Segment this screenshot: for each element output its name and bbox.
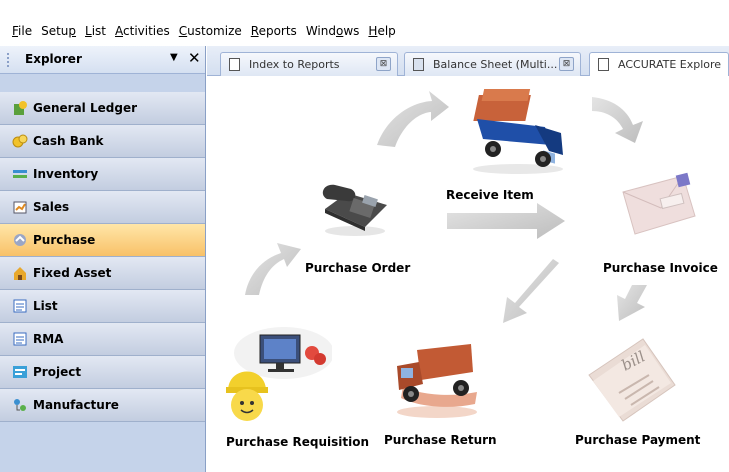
sidebar-item-inventory[interactable]: Inventory [0,158,205,191]
purchase-invoice-label[interactable]: Purchase Invoice [603,261,718,275]
sidebar-item-label: Sales [33,200,70,214]
explorer-header: Explorer ▼ ✕ [0,46,205,74]
menu-bar: File Setup List Activities Customize Reports W… [0,0,729,46]
grip-handle[interactable] [7,53,10,67]
tab-index-to-reports[interactable]: Index to Reports ⊠ [220,52,398,76]
sidebar-item-label: RMA [33,332,64,346]
cash-bank-icon [12,133,28,149]
explorer-title: Explorer [25,52,82,66]
report-icon [413,58,424,71]
tab-balance-sheet[interactable]: Balance Sheet (Multi... ⊠ [404,52,581,76]
explorer-nav-list: General Ledger Cash Bank Inventory Sales Pur… [0,92,205,422]
menu-item[interactable]: Help [364,24,400,42]
arrow-receive-right [447,203,565,239]
sidebar-item-general-ledger[interactable]: General Ledger [0,92,205,125]
sidebar-item-purchase[interactable]: Purchase [0,224,205,257]
sidebar-item-manufacture[interactable]: Manufacture [0,389,205,422]
sidebar-item-list[interactable]: List [0,290,205,323]
menu-item[interactable]: Activities [111,24,175,42]
sidebar-item-label: Project [33,365,82,379]
tab-bar: Index to Reports ⊠ Balance Sheet (Multi.… [207,46,729,76]
envelope-icon[interactable] [615,172,699,239]
project-icon [12,364,28,380]
requisition-icon[interactable] [222,325,334,428]
receive-item-label[interactable]: Receive Item [446,188,534,202]
sidebar-item-cash-bank[interactable]: Cash Bank [0,125,205,158]
arrow-po-to-receive [377,91,449,147]
sidebar-item-rma[interactable]: RMA [0,323,205,356]
arrow-invoice-to-return [503,259,559,323]
manufacture-icon [12,397,28,413]
sidebar-item-label: Fixed Asset [33,266,112,280]
sidebar-item-fixed-asset[interactable]: Fixed Asset [0,257,205,290]
tab-accurate-explorer[interactable]: ACCURATE Explore [589,52,729,76]
sidebar-item-label: General Ledger [33,101,137,115]
purchase-order-label[interactable]: Purchase Order [305,261,410,275]
rma-icon [12,331,28,347]
dropdown-arrow-icon[interactable]: ▼ [170,52,178,63]
close-icon[interactable]: ✕ [188,49,201,67]
fixed-asset-icon [12,265,28,281]
arrow-requisition-to-po [245,243,301,295]
arrow-receive-to-invoice [592,97,643,143]
inventory-icon [12,166,28,182]
delivery-truck-icon[interactable] [463,85,573,178]
purchase-icon [12,232,28,248]
sidebar-item-label: Purchase [33,233,96,247]
tab-label: ACCURATE Explore [618,58,722,71]
purchase-requisition-label[interactable]: Purchase Requisition [226,435,369,449]
general-ledger-icon [12,100,28,116]
menu-item[interactable]: Windows [302,24,365,42]
sales-icon [12,199,28,215]
tab-close-icon[interactable]: ⊠ [376,57,391,71]
tab-label: Index to Reports [249,58,340,71]
arrow-invoice-to-payment [617,285,647,321]
menu-item[interactable]: Reports [247,24,302,42]
sidebar-item-project[interactable]: Project [0,356,205,389]
purchase-flow-diagram: Purchase Order Receive Item Purchase Inv… [207,77,729,472]
tab-close-icon[interactable]: ⊠ [559,57,574,71]
document-icon [598,58,609,71]
sidebar-item-sales[interactable]: Sales [0,191,205,224]
purchase-payment-label[interactable]: Purchase Payment [575,433,700,447]
bill-icon[interactable]: bill [579,335,679,428]
list-icon [12,298,28,314]
sidebar-item-label: List [33,299,58,313]
return-truck-icon[interactable] [387,332,487,425]
explorer-panel: Explorer ▼ ✕ General Ledger Cash Bank Inve… [0,46,206,472]
telephone-icon[interactable] [317,169,397,242]
menu-list: File Setup List Activities Customize Reports W… [8,24,401,42]
menu-item[interactable]: List [81,24,111,42]
sidebar-item-label: Cash Bank [33,134,104,148]
sidebar-item-label: Manufacture [33,398,119,412]
sidebar-item-label: Inventory [33,167,99,181]
document-icon [229,58,240,71]
purchase-return-label[interactable]: Purchase Return [384,433,497,447]
menu-item[interactable]: Customize [175,24,247,42]
menu-item[interactable]: File [8,24,37,42]
tab-label: Balance Sheet (Multi... [433,58,558,71]
menu-item[interactable]: Setup [37,24,81,42]
